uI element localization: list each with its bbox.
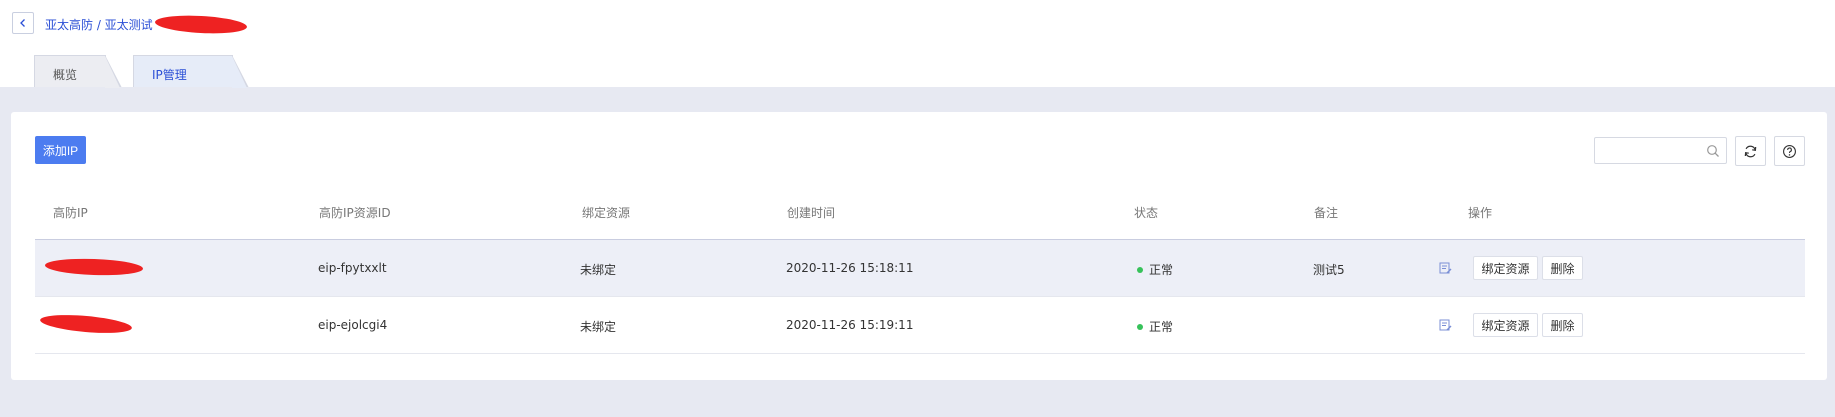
resource-id-cell: eip-ejolcgi4 — [318, 318, 388, 332]
breadcrumb[interactable]: 亚太高防 / 亚太测试 — [45, 16, 153, 33]
bind-resource-button[interactable]: 绑定资源 — [1473, 313, 1538, 337]
delete-button[interactable]: 删除 — [1542, 256, 1583, 280]
status-cell: 正常 — [1137, 318, 1173, 335]
edit-note-icon[interactable] — [1439, 318, 1452, 332]
column-header: 状态 — [1134, 206, 1159, 220]
created-time-cell: 2020-11-26 15:19:11 — [786, 318, 914, 332]
search-input[interactable] — [1601, 142, 1701, 160]
back-button[interactable] — [12, 12, 34, 34]
table-header: 高防IP 高防IP资源ID 绑定资源 创建时间 状态 备注 操作 — [35, 182, 1805, 240]
status-dot-icon — [1137, 266, 1143, 273]
add-ip-button[interactable]: 添加IP — [35, 136, 86, 164]
bind-resource-button[interactable]: 绑定资源 — [1473, 256, 1538, 280]
search-icon[interactable] — [1706, 144, 1720, 158]
search-box[interactable] — [1594, 137, 1727, 164]
refresh-button[interactable] — [1735, 136, 1766, 166]
status-text: 正常 — [1149, 320, 1174, 334]
status-text: 正常 — [1149, 263, 1174, 277]
resource-id-cell: eip-fpytxxlt — [318, 261, 387, 275]
redacted-ip — [44, 257, 144, 277]
ip-table: 高防IP 高防IP资源ID 绑定资源 创建时间 状态 备注 操作 eip-fpy… — [35, 182, 1805, 354]
column-header: 绑定资源 — [582, 206, 631, 220]
redaction-mark — [154, 13, 248, 36]
table-row: eip-fpytxxlt 未绑定 2020-11-26 15:18:11 正常 … — [35, 240, 1805, 297]
table-row: eip-ejolcgi4 未绑定 2020-11-26 15:19:11 正常 … — [35, 297, 1805, 354]
column-header: 创建时间 — [787, 206, 836, 220]
column-header: 高防IP — [53, 206, 88, 220]
refresh-icon — [1744, 145, 1757, 157]
chevron-left-icon — [20, 19, 25, 27]
column-header: 备注 — [1314, 206, 1339, 220]
redacted-ip — [39, 312, 133, 336]
column-header: 操作 — [1468, 206, 1493, 220]
tab-label: 概览 — [53, 68, 78, 82]
help-button[interactable] — [1774, 136, 1805, 166]
created-time-cell: 2020-11-26 15:18:11 — [786, 261, 914, 275]
ip-list-panel: 添加IP 高防IP 高防IP资源ID 绑定资源 创建时间 状态 备注 操作 ei… — [11, 112, 1827, 380]
tab-label: IP管理 — [152, 68, 187, 82]
help-icon — [1783, 144, 1796, 158]
page-header: 亚太高防 / 亚太测试 概览 IP管理 — [0, 0, 1835, 88]
column-header: 高防IP资源ID — [319, 206, 391, 220]
status-dot-icon — [1137, 323, 1143, 330]
bound-resource-cell: 未绑定 — [580, 263, 617, 277]
note-cell: 测试5 — [1313, 263, 1345, 277]
tab-ip-management[interactable]: IP管理 — [133, 55, 249, 88]
status-cell: 正常 — [1137, 261, 1173, 278]
tab-overview[interactable]: 概览 — [34, 55, 122, 88]
bound-resource-cell: 未绑定 — [580, 320, 617, 334]
delete-button[interactable]: 删除 — [1542, 313, 1583, 337]
edit-note-icon[interactable] — [1439, 261, 1452, 275]
